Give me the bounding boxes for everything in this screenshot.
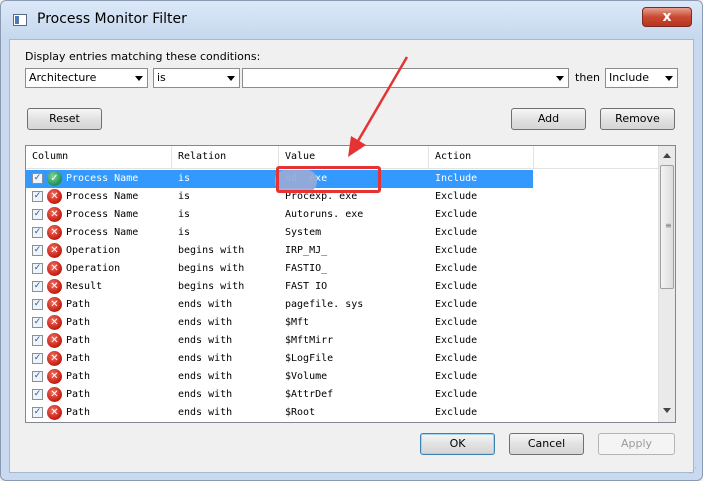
resize-grip-icon[interactable]: ⋰	[689, 466, 697, 475]
cancel-button[interactable]: Cancel	[509, 433, 584, 455]
apply-button[interactable]: Apply	[598, 433, 675, 455]
ok-button[interactable]: OK	[420, 433, 495, 455]
annotation-arrow	[348, 56, 409, 157]
